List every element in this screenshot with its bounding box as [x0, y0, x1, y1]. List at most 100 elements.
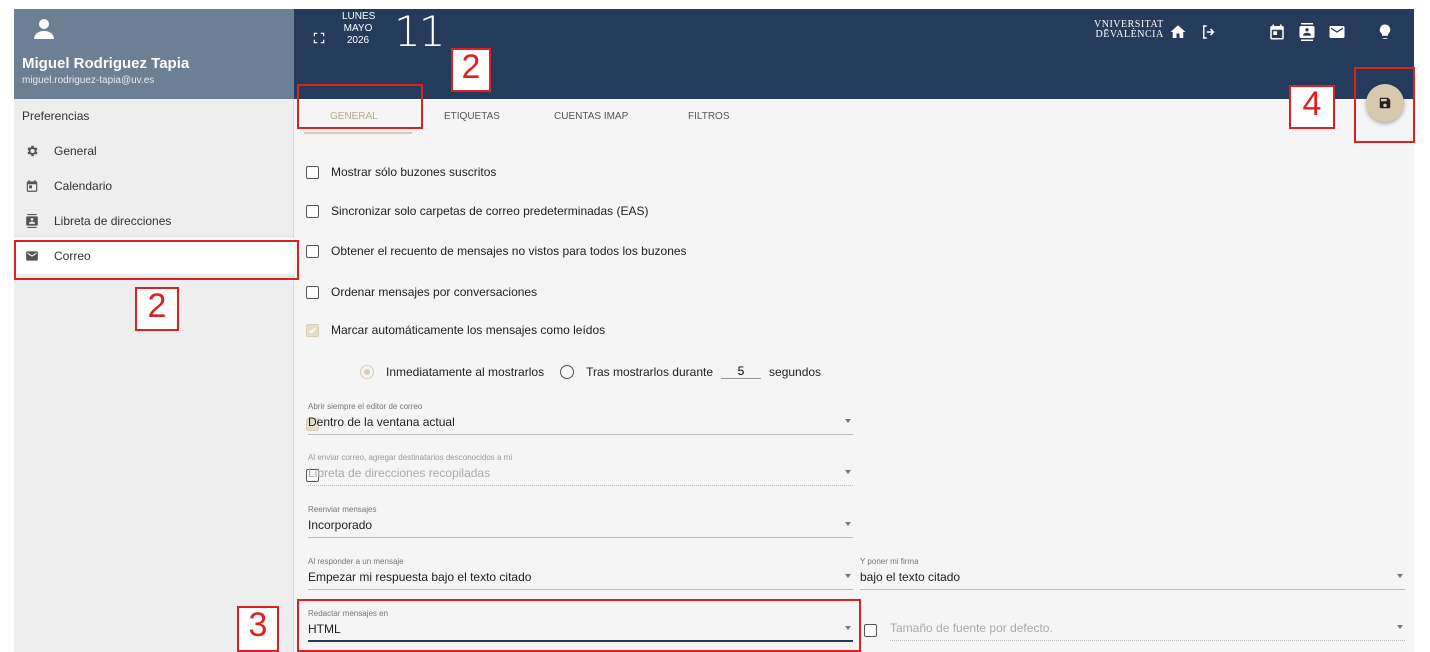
checkbox[interactable] — [864, 624, 877, 637]
lightbulb-icon[interactable] — [1376, 23, 1394, 41]
home-icon[interactable] — [1169, 23, 1187, 41]
calendar-icon — [24, 178, 40, 194]
checkbox[interactable] — [306, 165, 319, 179]
sidebar-item-calendario[interactable]: Calendario — [14, 168, 294, 204]
tab-bar: General Etiquetas Cuentas IMAP Filtros — [294, 99, 1414, 135]
seconds-input[interactable] — [721, 364, 762, 379]
dropdown-arrow-icon — [1397, 625, 1403, 629]
select-value: Empezar mi respuesta bajo el texto citad… — [308, 570, 532, 584]
tab-etiquetas[interactable]: Etiquetas — [444, 111, 500, 122]
logout-icon[interactable] — [1200, 23, 1218, 41]
sidebar-item-label: Libreta de direcciones — [54, 214, 172, 228]
option-unseen-count[interactable]: Obtener el recuento de mensajes no visto… — [306, 244, 687, 258]
option-label: Mostrar sólo buzones suscritos — [331, 165, 497, 179]
font-size-checkbox-row[interactable] — [864, 624, 889, 637]
dropdown-arrow-icon — [845, 626, 851, 630]
add-recipients-field: Al enviar correo, agregar destinatarios … — [308, 453, 853, 486]
auto-read-timing: Inmediatamente al mostrarlos Tras mostra… — [360, 364, 821, 379]
option-threads[interactable]: Ordenar mensajes por conversaciones — [306, 285, 537, 299]
sidebar-item-label: Correo — [54, 249, 91, 263]
contacts-icon — [24, 213, 40, 229]
option-label: Marcar automáticamente los mensajes como… — [331, 323, 606, 337]
select-value: HTML — [308, 622, 341, 636]
option-subscribed[interactable]: Mostrar sólo buzones suscritos — [306, 165, 496, 179]
add-recipients-select[interactable]: Libreta de direcciones recopiladas — [308, 466, 853, 486]
dropdown-arrow-icon — [845, 574, 851, 578]
option-label: Sincronizar solo carpetas de correo pred… — [331, 204, 649, 218]
sidebar-item-correo[interactable]: Correo — [14, 238, 294, 274]
option-label: Obtener el recuento de mensajes no visto… — [331, 244, 687, 258]
select-value: bajo el texto citado — [860, 570, 961, 584]
reply-select[interactable]: Empezar mi respuesta bajo el texto citad… — [308, 570, 853, 590]
sidebar-item-label: General — [54, 144, 97, 158]
sidebar-item-label: Calendario — [54, 179, 113, 193]
university-logo: VNIVERSITAT DĒVALÈNCIA — [1094, 20, 1164, 40]
select-value: Tamaño de fuente por defecto. — [890, 621, 1053, 635]
editor-field: Abrir siempre el editor de correo Dentro… — [308, 402, 853, 435]
forward-field: Reenviar mensajes Incorporado — [308, 505, 853, 538]
forward-select[interactable]: Incorporado — [308, 518, 853, 538]
check-icon — [308, 327, 317, 333]
radio-after-delay[interactable] — [560, 364, 575, 379]
sidebar-item-general[interactable]: General — [14, 133, 294, 169]
date-month: MAYO — [343, 23, 373, 34]
date-year: 2026 — [346, 35, 370, 46]
select-value: Libreta de direcciones recopiladas — [308, 466, 491, 480]
field-label: Reenviar mensajes — [308, 505, 377, 514]
option-auto-read[interactable]: Marcar automáticamente los mensajes como… — [306, 323, 605, 337]
annotation-number-tab: 2 — [451, 48, 491, 92]
option-sync-default[interactable]: Sincronizar solo carpetas de correo pred… — [306, 204, 648, 218]
save-button[interactable] — [1366, 84, 1404, 122]
mail-icon[interactable] — [1328, 23, 1346, 41]
user-name: Miguel Rodriguez Tapia — [22, 55, 190, 72]
tab-filtros[interactable]: Filtros — [688, 111, 729, 122]
app-window: Miguel Rodriguez Tapia miguel.rodriguez-… — [0, 0, 1430, 652]
checkbox[interactable] — [306, 204, 319, 218]
field-label: Al enviar correo, agregar destinatarios … — [308, 453, 513, 462]
field-label: Abrir siempre el editor de correo — [308, 402, 423, 411]
date-block: LUNES MAYO 2026 — [342, 11, 376, 47]
sidebar-item-libreta[interactable]: Libreta de direcciones — [14, 203, 294, 239]
checkbox[interactable] — [306, 285, 319, 299]
calendar-icon[interactable] — [1268, 23, 1286, 41]
annotation-number-sidebar: 2 — [135, 287, 179, 331]
user-card: Miguel Rodriguez Tapia miguel.rodriguez-… — [14, 9, 294, 99]
signature-field: Y poner mi firma bajo el texto citado — [860, 557, 1405, 590]
preferences-content: Mostrar sólo buzones suscritos Sincroniz… — [294, 135, 1414, 652]
radio-after-label: Tras mostrarlos durante — [586, 364, 714, 379]
compose-select[interactable]: HTML — [308, 622, 853, 642]
date-day-number: 11 — [394, 7, 445, 56]
font-size-field: Tamaño de fuente por defecto. — [890, 621, 1405, 641]
contacts-icon[interactable] — [1298, 23, 1316, 41]
gear-icon — [24, 143, 40, 159]
field-label: Y poner mi firma — [860, 557, 919, 566]
user-icon — [34, 19, 54, 39]
signature-select[interactable]: bajo el texto citado — [860, 570, 1405, 590]
active-tab-indicator — [304, 132, 412, 134]
logo-line-2: DĒVALÈNCIA — [1095, 29, 1164, 40]
select-value: Dentro de la ventana actual — [308, 415, 455, 429]
radio-immediate[interactable] — [360, 364, 374, 379]
field-label: Al responder a un mensaje — [308, 557, 404, 566]
fullscreen-icon[interactable] — [312, 31, 326, 45]
option-label: Ordenar mensajes por conversaciones — [331, 285, 538, 299]
mail-icon — [24, 248, 40, 264]
seconds-label: segundos — [769, 364, 822, 379]
sidebar-section-title: Preferencias — [22, 109, 90, 123]
radio-immediate-label: Inmediatamente al mostrarlos — [386, 364, 545, 379]
dropdown-arrow-icon — [1397, 574, 1403, 578]
dropdown-arrow-icon — [845, 522, 851, 526]
tab-cuentas-imap[interactable]: Cuentas IMAP — [554, 111, 628, 122]
date-weekday: LUNES — [342, 11, 376, 22]
checkbox[interactable] — [306, 244, 319, 258]
tab-general[interactable]: General — [330, 111, 378, 122]
dropdown-arrow-icon — [845, 419, 851, 423]
select-value: Incorporado — [308, 518, 373, 532]
font-size-select[interactable]: Tamaño de fuente por defecto. — [890, 621, 1405, 641]
user-email: miguel.rodriguez-tapia@uv.es — [22, 75, 155, 86]
dropdown-arrow-icon — [845, 470, 851, 474]
editor-select[interactable]: Dentro de la ventana actual — [308, 415, 853, 435]
compose-field: Redactar mensajes en HTML — [308, 609, 853, 642]
field-label: Redactar mensajes en — [308, 609, 389, 618]
checkbox-checked[interactable] — [306, 323, 319, 337]
